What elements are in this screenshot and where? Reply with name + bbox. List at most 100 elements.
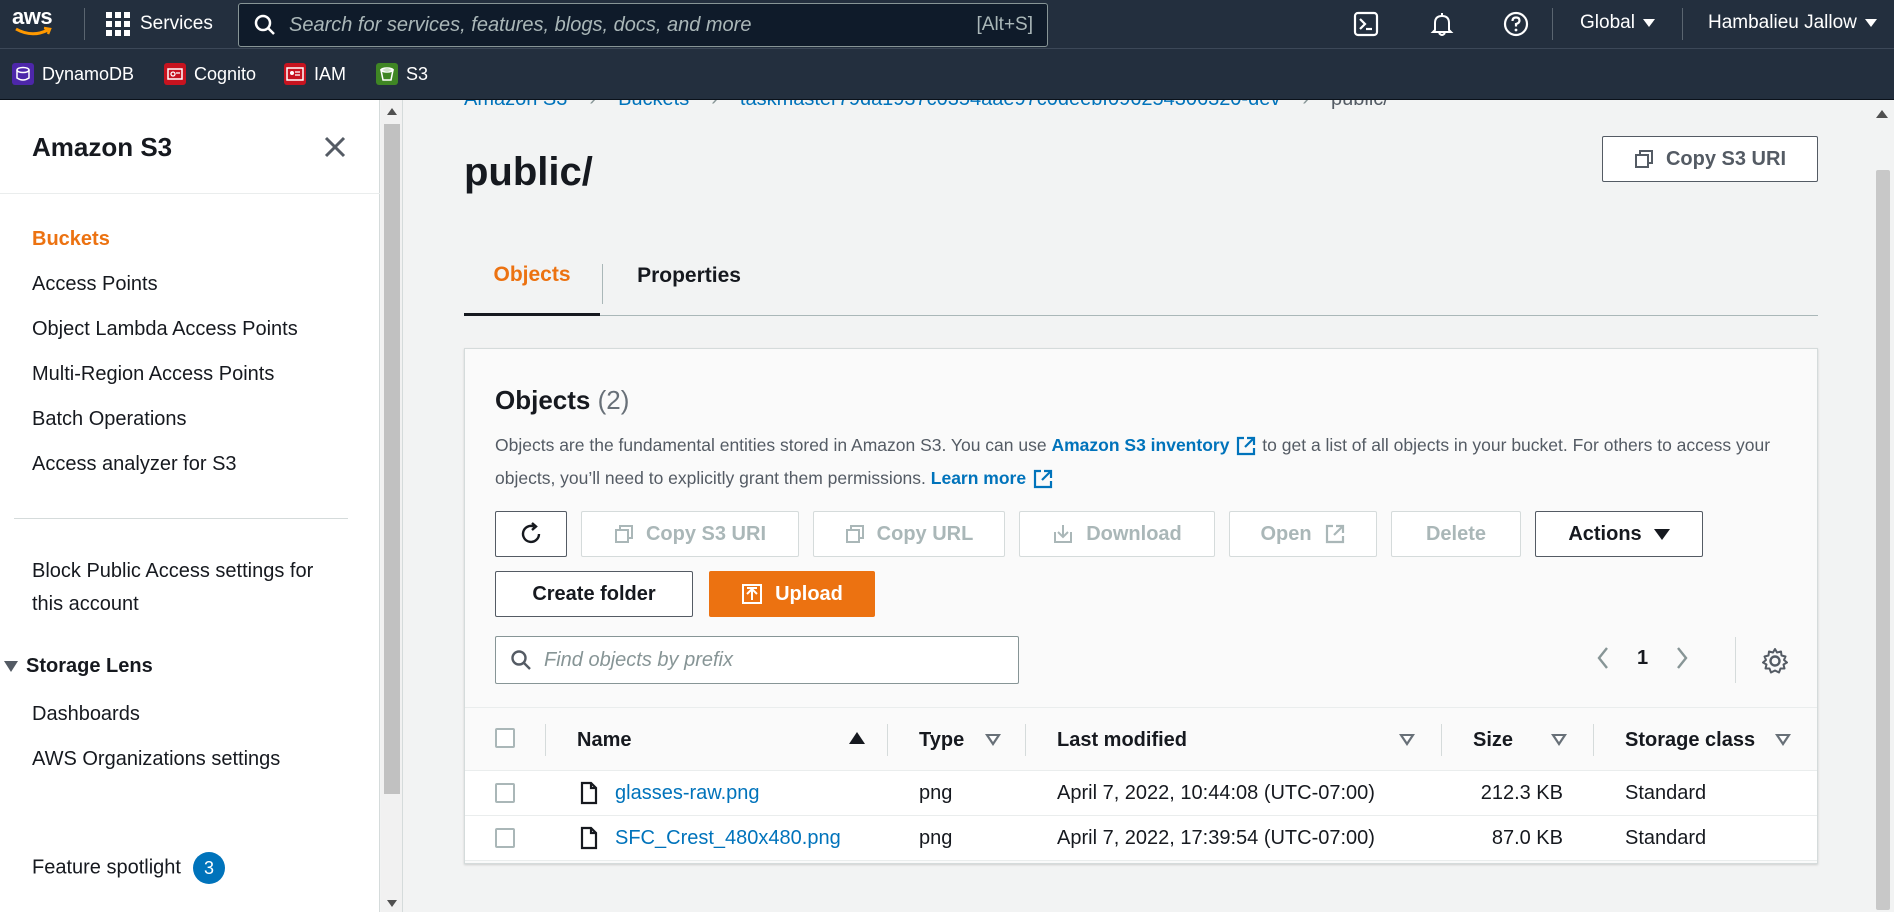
sidebar-item-dashboards[interactable]: Dashboards — [32, 703, 140, 726]
sort-icon[interactable] — [1775, 734, 1791, 746]
download-icon — [1054, 525, 1073, 543]
column-header-type[interactable]: Type — [919, 708, 964, 772]
column-header-size[interactable]: Size — [1473, 708, 1513, 772]
account-menu[interactable]: Hambalieu Jallow — [1708, 12, 1877, 34]
tab-properties[interactable]: Properties — [604, 236, 774, 316]
objects-panel-description: Objects are the fundamental entities sto… — [495, 429, 1795, 495]
sidebar-item-batch-operations[interactable]: Batch Operations — [32, 408, 187, 431]
create-folder-button[interactable]: Create folder — [495, 571, 693, 617]
notifications-button[interactable] — [1428, 10, 1456, 38]
cloudshell-button[interactable] — [1352, 10, 1380, 38]
favorite-s3[interactable]: S3 — [376, 63, 428, 85]
tab-label: Properties — [637, 264, 741, 287]
sort-icon[interactable] — [1551, 734, 1567, 746]
gear-icon[interactable] — [1761, 647, 1789, 675]
sidebar-item-multi-region-access-points[interactable]: Multi-Region Access Points — [32, 363, 274, 386]
table-row[interactable]: glasses-raw.png png April 7, 2022, 10:44… — [465, 771, 1817, 816]
object-filter-input[interactable] — [544, 648, 1004, 672]
sidebar-item-buckets[interactable]: Buckets — [32, 228, 110, 251]
button-label: Delete — [1425, 522, 1487, 545]
breadcrumb-link-bucket[interactable]: taskmaster79da1937c0354aae97c0deebf09625… — [740, 100, 1280, 111]
search-icon — [511, 650, 531, 670]
favorite-iam[interactable]: IAM — [284, 63, 346, 85]
sidebar-section-storage-lens[interactable]: Storage Lens — [4, 655, 153, 678]
column-header-storage-class[interactable]: Storage class — [1625, 708, 1755, 772]
table-row[interactable]: SFC_Crest_480x480.png png April 7, 2022,… — [465, 816, 1817, 861]
aws-logo[interactable]: aws — [12, 4, 62, 42]
global-search-input[interactable] — [289, 13, 977, 37]
feature-spotlight-label: Feature spotlight — [32, 856, 181, 879]
scroll-up-arrow-icon[interactable] — [1876, 110, 1888, 118]
sort-ascending-icon[interactable] — [849, 732, 865, 744]
object-name-link[interactable]: glasses-raw.png — [615, 771, 760, 816]
sidebar-item-access-analyzer[interactable]: Access analyzer for S3 — [32, 453, 237, 476]
upload-button[interactable]: Upload — [709, 571, 875, 617]
column-divider — [545, 724, 546, 756]
chevron-right-icon[interactable] — [1674, 645, 1690, 671]
sidebar-scrollbar[interactable] — [381, 100, 403, 912]
global-search[interactable]: [Alt+S] — [238, 3, 1048, 47]
chevron-right-icon: › — [589, 100, 596, 111]
main-scrollbar[interactable] — [1870, 100, 1894, 912]
refresh-button[interactable] — [495, 511, 567, 557]
copy-s3-uri-header-button[interactable]: Copy S3 URI — [1602, 136, 1818, 182]
scroll-up-arrow-icon[interactable] — [387, 108, 397, 115]
actions-dropdown-button[interactable]: Actions — [1535, 511, 1703, 557]
upload-icon — [742, 584, 763, 604]
download-button[interactable]: Download — [1019, 511, 1215, 557]
scroll-down-arrow-icon[interactable] — [387, 900, 397, 907]
scrollbar-thumb[interactable] — [1876, 170, 1890, 910]
sidebar-title: Amazon S3 — [32, 132, 173, 162]
row-checkbox[interactable] — [495, 828, 515, 848]
column-label: Name — [577, 728, 632, 751]
favorite-dynamodb[interactable]: DynamoDB — [12, 63, 134, 85]
row-checkbox[interactable] — [495, 783, 515, 803]
column-header-name[interactable]: Name — [577, 708, 631, 772]
delete-button[interactable]: Delete — [1391, 511, 1521, 557]
favorite-label: DynamoDB — [42, 63, 135, 84]
region-selector[interactable]: Global — [1580, 12, 1655, 34]
help-button[interactable] — [1502, 10, 1530, 38]
breadcrumb: Amazon S3 › Buckets › taskmaster79da1937… — [464, 100, 1389, 111]
breadcrumb-link-amazon-s3[interactable]: Amazon S3 — [464, 100, 567, 111]
favorite-label: Cognito — [194, 63, 257, 84]
sidebar-item-aws-organizations-settings[interactable]: AWS Organizations settings — [32, 748, 280, 771]
button-label: Actions — [1568, 522, 1642, 545]
search-shortcut-hint: [Alt+S] — [976, 14, 1034, 35]
page-number[interactable]: 1 — [1637, 647, 1648, 670]
scrollbar-thumb[interactable] — [384, 124, 400, 794]
favorite-cognito[interactable]: Cognito — [164, 63, 256, 85]
object-name-link[interactable]: SFC_Crest_480x480.png — [615, 816, 841, 861]
external-link-icon — [1033, 470, 1053, 489]
copy-url-button[interactable]: Copy URL — [813, 511, 1005, 557]
sidebar-item-feature-spotlight[interactable]: Feature spotlight 3 — [32, 852, 225, 884]
object-filter[interactable] — [495, 636, 1019, 684]
breadcrumb-current: public/ — [1331, 100, 1389, 111]
sidebar-item-object-lambda-access-points[interactable]: Object Lambda Access Points — [32, 318, 298, 341]
bell-icon — [1430, 13, 1454, 36]
tab-label: Objects — [493, 262, 571, 286]
learn-more-link[interactable]: Learn more — [931, 468, 1026, 488]
s3-inventory-link[interactable]: Amazon S3 inventory — [1051, 435, 1229, 455]
object-count: (2) — [597, 385, 630, 415]
chevron-left-icon[interactable] — [1595, 645, 1611, 671]
button-label: Create folder — [532, 582, 656, 605]
select-all-checkbox[interactable] — [495, 728, 515, 748]
sort-icon[interactable] — [1399, 734, 1415, 746]
services-menu-button[interactable]: Services — [106, 10, 213, 38]
chevron-right-icon: › — [711, 100, 718, 111]
sort-icon[interactable] — [985, 734, 1001, 746]
sidebar-item-block-public-access-line2[interactable]: this account — [32, 593, 139, 616]
pagination-divider — [1735, 637, 1736, 683]
sidebar-item-access-points[interactable]: Access Points — [32, 273, 158, 296]
nav-divider — [1682, 8, 1683, 40]
sidebar-item-block-public-access[interactable]: Block Public Access settings for — [32, 560, 313, 583]
dynamodb-icon — [12, 63, 34, 85]
close-icon[interactable] — [320, 132, 350, 162]
open-button[interactable]: Open — [1229, 511, 1377, 557]
column-header-last-modified[interactable]: Last modified — [1057, 708, 1187, 772]
breadcrumb-link-buckets[interactable]: Buckets — [618, 100, 689, 111]
column-label: Last modified — [1057, 728, 1188, 751]
copy-s3-uri-button[interactable]: Copy S3 URI — [581, 511, 799, 557]
tab-objects[interactable]: Objects — [464, 236, 600, 316]
